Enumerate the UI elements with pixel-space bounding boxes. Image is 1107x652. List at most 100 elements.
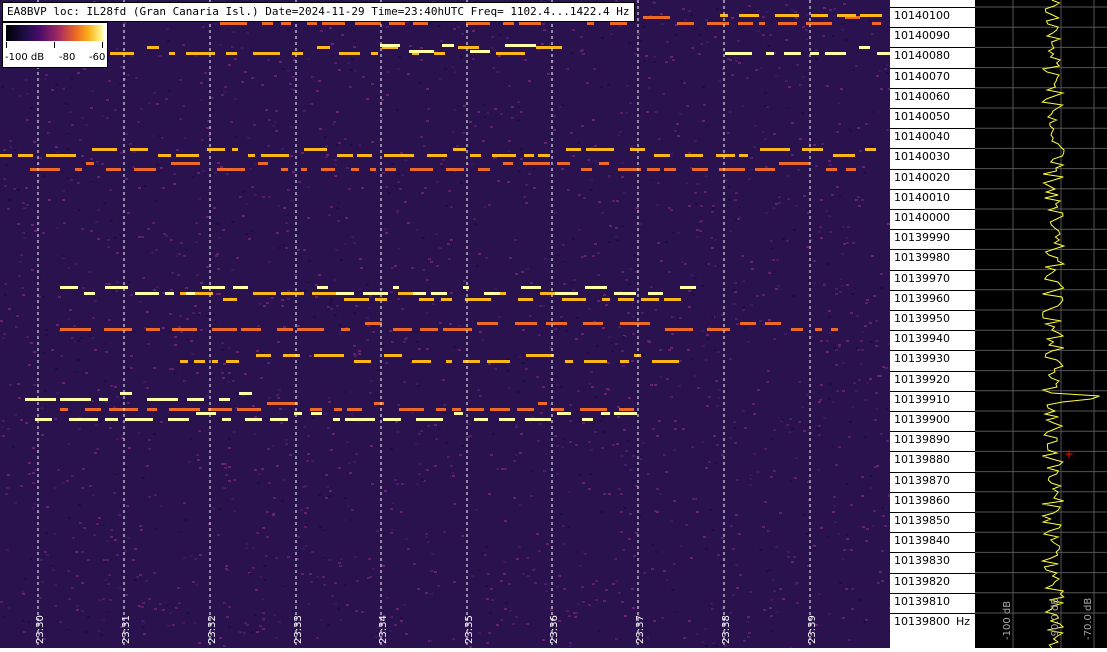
noise-speck (514, 239, 517, 241)
noise-speck (671, 589, 674, 591)
noise-speck (79, 522, 82, 524)
noise-speck (307, 217, 310, 219)
noise-speck (275, 130, 278, 132)
noise-speck (112, 291, 115, 293)
noise-speck (124, 550, 127, 552)
noise-speck (26, 204, 29, 206)
noise-speck (674, 611, 677, 613)
noise-speck (247, 137, 250, 139)
noise-speck (320, 30, 323, 32)
noise-speck (490, 454, 493, 456)
noise-speck (571, 52, 574, 54)
noise-speck (200, 329, 203, 331)
noise-speck (529, 315, 532, 317)
frequency-tick (890, 47, 975, 49)
noise-speck (25, 79, 28, 81)
noise-speck (618, 488, 621, 490)
noise-speck (120, 66, 123, 68)
noise-speck (200, 82, 203, 84)
noise-speck (32, 472, 35, 474)
noise-speck (615, 227, 618, 229)
noise-speck (654, 309, 657, 311)
noise-speck (610, 33, 613, 35)
noise-speck (75, 551, 78, 553)
noise-speck (231, 269, 234, 271)
noise-speck (167, 625, 170, 627)
noise-speck (520, 433, 523, 435)
noise-speck (56, 227, 59, 229)
noise-speck (135, 77, 138, 79)
noise-speck (612, 583, 615, 585)
noise-speck (13, 188, 16, 190)
noise-speck (110, 536, 113, 538)
signal-trace (825, 52, 846, 55)
noise-speck (656, 511, 659, 513)
noise-speck (627, 312, 630, 314)
noise-speck (546, 543, 549, 545)
noise-speck (746, 77, 749, 79)
noise-speck (263, 305, 266, 307)
noise-speck (542, 639, 545, 641)
noise-speck (504, 468, 507, 470)
spectrogram-waterfall[interactable]: 23:30 23:31 23:32 23:33 23:34 23:35 23:36 23:37… (0, 0, 890, 648)
noise-speck (90, 158, 93, 160)
frequency-label: 10140040 (894, 130, 950, 144)
noise-speck (582, 601, 585, 603)
noise-speck (332, 433, 335, 435)
noise-speck (549, 346, 552, 348)
signal-trace (105, 286, 128, 289)
frequency-tick (890, 249, 975, 251)
noise-speck (262, 527, 265, 529)
noise-speck (151, 252, 154, 254)
noise-speck (792, 295, 795, 297)
noise-speck (287, 29, 290, 31)
noise-speck (827, 536, 830, 538)
signal-trace (75, 168, 82, 171)
noise-speck (426, 92, 429, 94)
noise-speck (102, 524, 105, 526)
signal-trace (147, 398, 178, 401)
noise-speck (108, 319, 111, 321)
noise-speck (563, 261, 566, 263)
noise-speck (670, 520, 673, 522)
noise-speck (701, 441, 704, 443)
noise-speck (196, 274, 199, 276)
noise-speck (707, 263, 710, 265)
signal-trace (618, 298, 634, 301)
noise-speck (770, 599, 773, 601)
noise-speck (513, 460, 516, 462)
noise-speck (615, 236, 618, 238)
noise-speck (706, 124, 709, 126)
noise-speck (714, 239, 717, 241)
frequency-label: 10140030 (894, 150, 950, 164)
noise-speck (105, 351, 108, 353)
noise-speck (96, 448, 99, 450)
noise-speck (77, 209, 80, 211)
colorbar-legend: -100 dB -80 -60 (2, 22, 108, 68)
signal-trace (399, 408, 424, 411)
noise-speck (778, 196, 781, 198)
signal-trace (505, 44, 536, 47)
noise-speck (3, 149, 6, 151)
noise-speck (826, 263, 829, 265)
noise-speck (311, 460, 314, 462)
signal-trace (30, 168, 60, 171)
noise-speck (400, 152, 403, 154)
noise-speck (320, 619, 323, 621)
noise-speck (233, 479, 236, 481)
noise-speck (703, 536, 706, 538)
noise-speck (41, 407, 44, 409)
noise-speck (621, 350, 624, 352)
noise-speck (832, 401, 835, 403)
noise-speck (820, 237, 823, 239)
noise-speck (787, 556, 790, 558)
noise-speck (261, 84, 264, 86)
noise-speck (15, 326, 18, 328)
noise-speck (486, 598, 489, 600)
noise-speck (397, 173, 400, 175)
noise-speck (145, 580, 148, 582)
signal-trace (248, 154, 255, 157)
signal-trace (434, 52, 445, 55)
db-label-min: -100 dB (1002, 600, 1013, 640)
noise-speck (582, 53, 585, 55)
